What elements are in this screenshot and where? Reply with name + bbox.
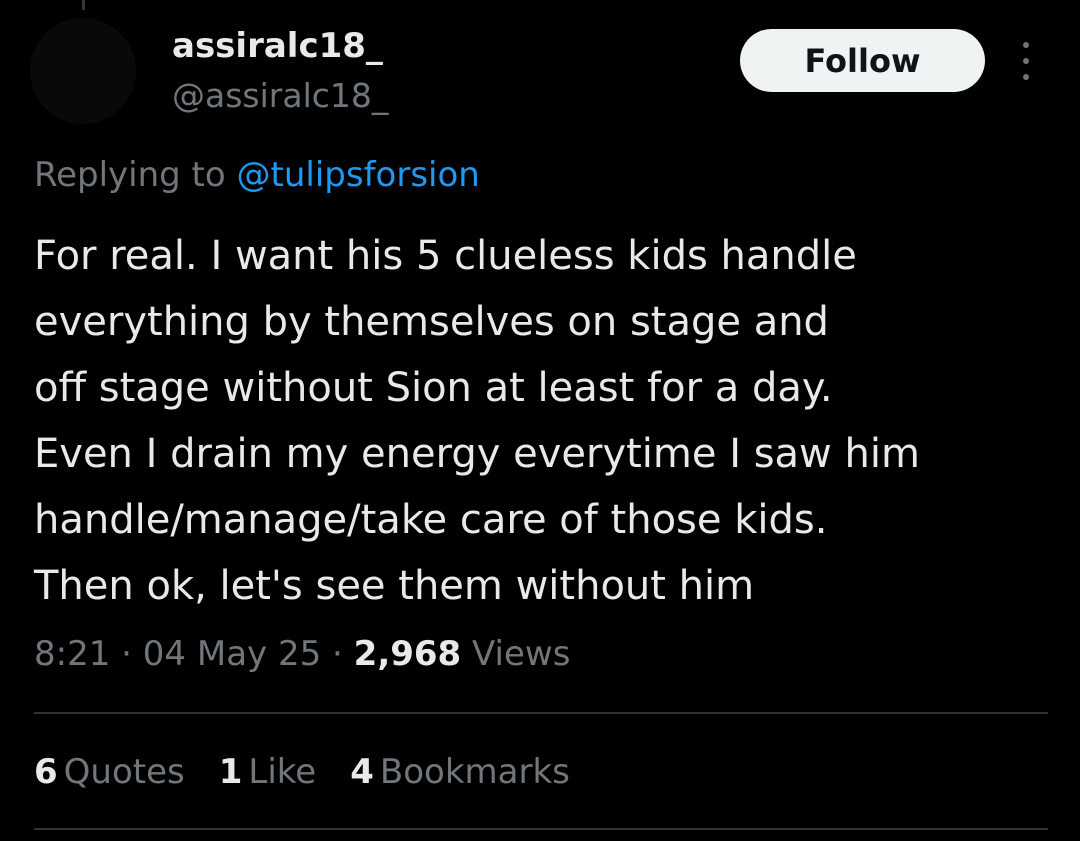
- avatar[interactable]: [30, 18, 136, 124]
- tweet-text-line: everything by themselves on stage and: [34, 299, 829, 345]
- more-vertical-icon[interactable]: [1012, 42, 1040, 80]
- views-count: 2,968: [353, 634, 462, 674]
- tweet-text-line: handle/manage/take care of those kids.: [34, 497, 828, 543]
- tweet-text-line: off stage without Sion at least for a da…: [34, 365, 833, 411]
- divider: [34, 828, 1048, 830]
- likes-label: Like: [248, 752, 317, 792]
- follow-button[interactable]: Follow: [740, 29, 985, 92]
- author-handle[interactable]: @assiralc18_: [172, 76, 388, 116]
- views-label: Views: [461, 634, 571, 674]
- meta-separator: ·: [321, 634, 354, 674]
- bookmarks-label: Bookmarks: [379, 752, 570, 792]
- quotes-stat[interactable]: 6 Quotes: [34, 750, 185, 794]
- quotes-label: Quotes: [63, 752, 185, 792]
- tweet-date[interactable]: 04 May 25: [143, 634, 321, 674]
- quotes-count: 6: [34, 752, 58, 792]
- bookmarks-stat[interactable]: 4 Bookmarks: [350, 750, 570, 794]
- likes-stat[interactable]: 1 Like: [219, 750, 316, 794]
- bookmarks-count: 4: [350, 752, 374, 792]
- thread-connector-line: [82, 0, 85, 10]
- meta-separator: ·: [110, 634, 143, 674]
- tweet-time[interactable]: 8:21: [34, 634, 110, 674]
- more-dot: [1023, 42, 1029, 48]
- tweet-text-line: Then ok, let's see them without him: [34, 563, 755, 609]
- tweet-text: For real. I want his 5 clueless kids han…: [34, 223, 1044, 619]
- more-dot: [1023, 58, 1029, 64]
- engagement-stats: 6 Quotes 1 Like 4 Bookmarks: [34, 750, 570, 794]
- tweet-text-line: For real. I want his 5 clueless kids han…: [34, 233, 857, 279]
- tweet-detail: assiralc18_ @assiralc18_ Follow Replying…: [0, 0, 1080, 841]
- more-dot: [1023, 74, 1029, 80]
- divider: [34, 712, 1048, 714]
- reply-context: Replying to @tulipsforsion: [34, 153, 480, 197]
- reply-mention-link[interactable]: @tulipsforsion: [237, 155, 480, 195]
- reply-context-prefix: Replying to: [34, 155, 237, 195]
- author-display-name[interactable]: assiralc18_: [172, 26, 383, 66]
- tweet-text-line: Even I drain my energy everytime I saw h…: [34, 431, 920, 477]
- tweet-meta: 8:21 · 04 May 25 · 2,968 Views: [34, 632, 570, 676]
- likes-count: 1: [218, 752, 243, 792]
